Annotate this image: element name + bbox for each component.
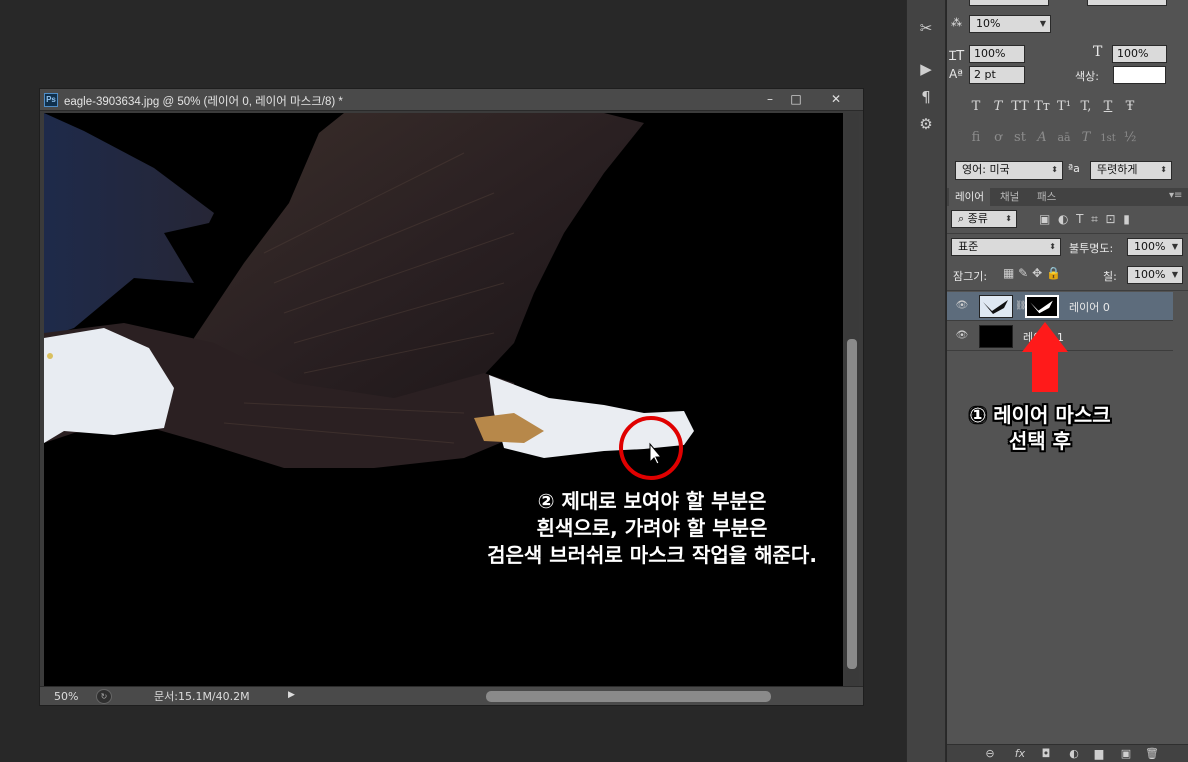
step2-line1: ② 제대로 보여야 할 부분은 — [537, 489, 767, 513]
step2-line3: 검은색 브러쉬로 마스크 작업을 해준다. — [487, 543, 817, 567]
step2-line2: 흰색으로, 가려야 할 부분은 — [536, 516, 768, 540]
step1-line2: 선택 후 — [1008, 429, 1072, 453]
step1-annotation: ① 레이어 마스크 선택 후 — [940, 402, 1140, 454]
annotation-overlay — [619, 322, 1068, 480]
step2-annotation: ② 제대로 보여야 할 부분은 흰색으로, 가려야 할 부분은 검은색 브러쉬로… — [452, 488, 852, 569]
mouse-cursor-icon — [649, 442, 663, 465]
red-arrow-icon — [1022, 322, 1068, 392]
step1-line1: ① 레이어 마스크 — [969, 403, 1111, 427]
